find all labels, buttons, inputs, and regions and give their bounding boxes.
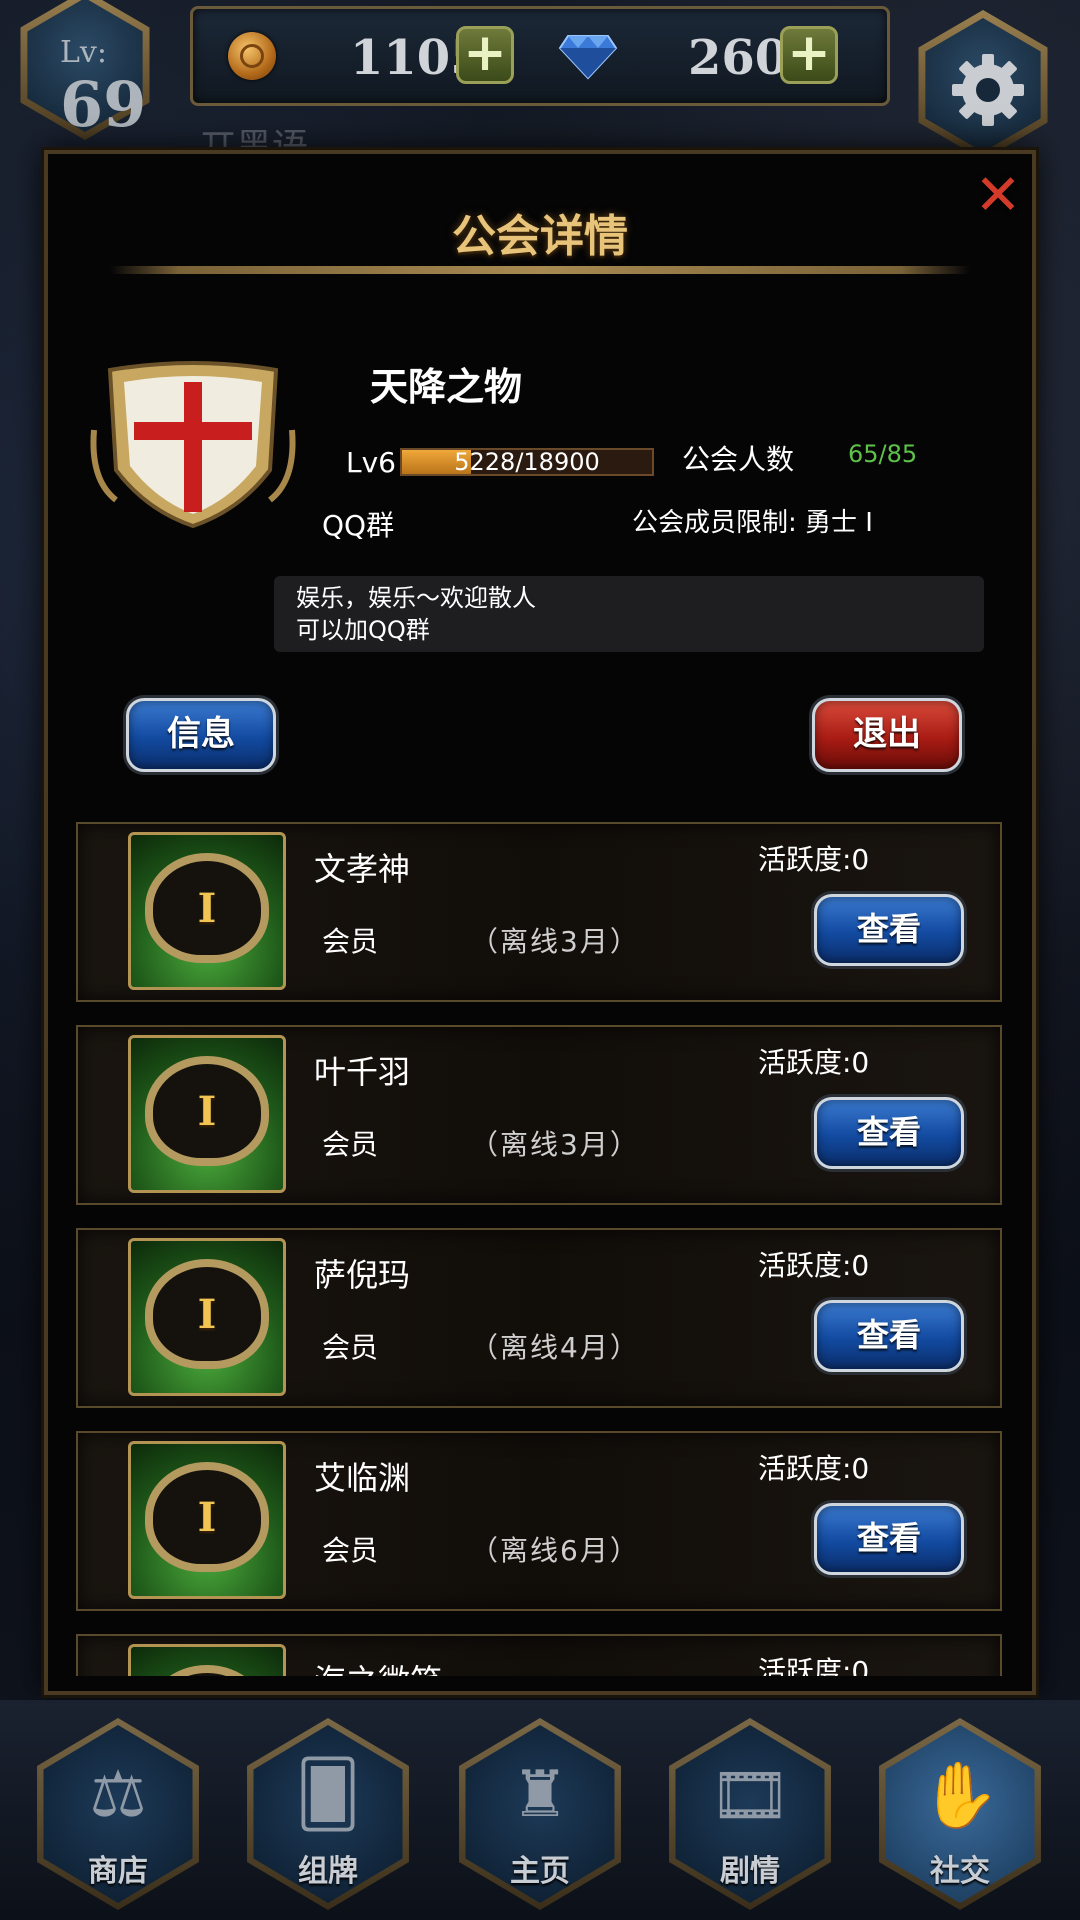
- guild-xp-bar: 5228/18900: [400, 448, 654, 476]
- nav-deck[interactable]: 🂠 组牌: [247, 1718, 409, 1910]
- list-item: I 叶千羽 会员 （离线3月） 活跃度:0 查看: [76, 1025, 1002, 1205]
- bottom-navigation: ⚖ 商店 🂠 组牌 ♜ 主页 🎞 剧情 ✋ 社交: [0, 1700, 1080, 1920]
- dialog-title: 公会详情: [452, 211, 628, 262]
- member-name: 叶千羽: [314, 1053, 411, 1091]
- member-role: 会员: [322, 1534, 379, 1567]
- rank-badge-icon: I: [128, 1238, 286, 1396]
- member-activity: 活跃度:0: [758, 1452, 870, 1485]
- member-status: （离线3月）: [470, 1128, 640, 1161]
- member-role: 会员: [322, 1331, 379, 1364]
- close-button[interactable]: ✕: [972, 168, 1024, 224]
- level-value: 69: [60, 68, 147, 141]
- rank-badge-icon: I: [128, 832, 286, 990]
- rank-badge-icon: I: [128, 1441, 286, 1599]
- list-item: I 文孝神 会员 （离线3月） 活跃度:0 查看: [76, 822, 1002, 1002]
- member-activity: 活跃度:0: [758, 1046, 870, 1079]
- member-name: 艾临渊: [314, 1459, 411, 1497]
- gold-coin-icon: [228, 32, 276, 80]
- rank-numeral: I: [197, 885, 217, 932]
- gem-amount: 260: [688, 30, 789, 86]
- member-status: （离线4月）: [470, 1331, 640, 1364]
- rank-badge-icon: I: [128, 1035, 286, 1193]
- member-name: 文孝神: [314, 850, 411, 888]
- guild-announcement: 娱乐，娱乐～欢迎散人 可以加QQ群: [274, 576, 984, 652]
- add-gem-button[interactable]: +: [780, 26, 838, 84]
- nav-label: 组牌: [298, 1854, 358, 1889]
- member-activity: 活跃度:0: [758, 1655, 870, 1676]
- rank-numeral: I: [197, 1291, 217, 1338]
- level-label: Lv:: [60, 35, 107, 70]
- view-member-button[interactable]: 查看: [814, 1097, 964, 1169]
- list-item: I 艾临渊 会员 （离线6月） 活跃度:0 查看: [76, 1431, 1002, 1611]
- nav-story[interactable]: 🎞 剧情: [669, 1718, 831, 1910]
- nav-shop[interactable]: ⚖ 商店: [37, 1718, 199, 1910]
- nav-label: 主页: [510, 1854, 570, 1889]
- add-gold-button[interactable]: +: [456, 26, 514, 84]
- nav-home[interactable]: ♜ 主页: [459, 1718, 621, 1910]
- nav-label: 社交: [930, 1854, 990, 1889]
- nav-label: 商店: [88, 1854, 148, 1889]
- nav-social[interactable]: ✋ 社交: [879, 1718, 1041, 1910]
- quit-guild-button[interactable]: 退出: [812, 698, 962, 772]
- rank-numeral: I: [197, 1494, 217, 1541]
- view-member-button[interactable]: 查看: [814, 1300, 964, 1372]
- rank-badge-icon: I: [128, 1644, 286, 1676]
- nav-label: 剧情: [720, 1854, 780, 1889]
- list-item: I 萨倪玛 会员 （离线4月） 活跃度:0 查看: [76, 1228, 1002, 1408]
- member-activity: 活跃度:0: [758, 1249, 870, 1282]
- handshake-icon: ✋: [920, 1759, 1000, 1833]
- member-restriction-label: 公会成员限制: 勇士 Ⅰ: [632, 508, 873, 538]
- diamond-icon: [558, 35, 618, 80]
- qq-group-label: QQ群: [322, 509, 395, 542]
- rank-numeral: I: [197, 1088, 217, 1135]
- member-role: 会员: [322, 1128, 379, 1161]
- info-button[interactable]: 信息: [126, 698, 276, 772]
- guild-name: 天降之物: [370, 365, 523, 409]
- member-status: （离线6月）: [470, 1534, 640, 1567]
- scales-icon: ⚖: [89, 1758, 147, 1832]
- member-count-value: 65/85: [848, 440, 918, 468]
- film-icon: 🎞: [709, 1759, 791, 1833]
- member-role: 会员: [322, 925, 379, 958]
- member-list[interactable]: I 文孝神 会员 （离线3月） 活跃度:0 查看 I 叶千羽 会员 （离线3月）…: [76, 822, 1002, 1676]
- guild-level: Lv6: [346, 446, 396, 479]
- member-name: 萨倪玛: [314, 1256, 411, 1294]
- member-status: （离线3月）: [470, 925, 640, 958]
- member-name: 海之微笑: [314, 1656, 442, 1676]
- castle-icon: ♜: [511, 1758, 569, 1832]
- guild-xp-text: 5228/18900: [454, 448, 600, 476]
- gear-icon: [952, 54, 1024, 126]
- cards-icon: 🂠: [295, 1758, 361, 1832]
- member-activity: 活跃度:0: [758, 843, 870, 876]
- member-count-label: 公会人数: [682, 443, 795, 476]
- view-member-button[interactable]: 查看: [814, 1503, 964, 1575]
- guild-emblem-icon: [90, 361, 296, 529]
- title-divider: [110, 266, 970, 274]
- list-item: I 海之微笑 会员 活跃度:0 查看: [76, 1634, 1002, 1676]
- view-member-button[interactable]: 查看: [814, 894, 964, 966]
